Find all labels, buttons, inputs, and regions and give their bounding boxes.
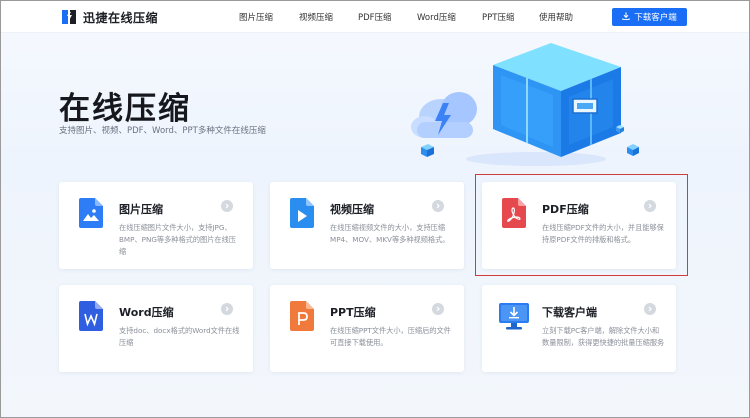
nav-ppt-compress[interactable]: PPT压缩 bbox=[482, 11, 514, 23]
download-client-button[interactable]: 下载客户端 bbox=[612, 8, 687, 26]
chevron-right-icon bbox=[432, 303, 444, 315]
card-description: 在线压缩图片文件大小，支持JPG、BMP、PNG等多种格式的图片在线压缩 bbox=[119, 223, 236, 256]
top-nav-bar: 迅捷在线压缩 图片压缩 视频压缩 PDF压缩 Word压缩 PPT压缩 使用帮助… bbox=[1, 1, 749, 33]
card-description: 支持doc、docx格式的Word文件在线压缩 bbox=[119, 326, 240, 347]
download-button-label: 下载客户端 bbox=[634, 13, 677, 23]
compress-cube-icon bbox=[493, 43, 621, 157]
hero-illustration bbox=[401, 37, 651, 167]
nav-word-compress[interactable]: Word压缩 bbox=[417, 11, 456, 23]
card-word-compress[interactable]: Word压缩 支持doc、docx格式的Word文件在线压缩 bbox=[59, 285, 253, 372]
ppt-file-icon bbox=[290, 301, 314, 331]
nav-pdf-compress[interactable]: PDF压缩 bbox=[358, 11, 392, 23]
cloud-lightning-icon bbox=[411, 92, 477, 138]
page: 迅捷在线压缩 图片压缩 视频压缩 PDF压缩 Word压缩 PPT压缩 使用帮助… bbox=[0, 0, 750, 418]
nav-video-compress[interactable]: 视频压缩 bbox=[299, 11, 333, 23]
card-title: 视频压缩 bbox=[330, 203, 374, 216]
word-file-icon bbox=[79, 301, 103, 331]
card-ppt-compress[interactable]: PPT压缩 在线压缩PPT文件大小，压缩后的文件可直接下载使用。 bbox=[270, 285, 464, 372]
nav-image-compress[interactable]: 图片压缩 bbox=[239, 11, 273, 23]
chevron-right-icon bbox=[432, 200, 444, 212]
download-icon bbox=[622, 11, 630, 23]
nav-help[interactable]: 使用帮助 bbox=[539, 11, 573, 23]
card-description: 立刻下载PC客户端，解除文件大小和数量限制，获得更快捷的批量压缩服务 bbox=[542, 326, 665, 347]
chevron-right-icon bbox=[221, 303, 233, 315]
card-description: 在线压缩视频文件的大小，支持压缩MP4、MOV、MKV等多种视频格式。 bbox=[330, 223, 450, 244]
highlight-box bbox=[475, 174, 688, 276]
video-file-icon bbox=[290, 198, 314, 228]
card-title: 图片压缩 bbox=[119, 203, 163, 216]
chevron-right-icon bbox=[221, 200, 233, 212]
card-title: 下载客户端 bbox=[542, 306, 597, 319]
page-subtitle: 支持图片、视频、PDF、Word、PPT多种文件在线压缩 bbox=[59, 126, 266, 136]
card-title: Word压缩 bbox=[119, 306, 174, 319]
card-image-compress[interactable]: 图片压缩 在线压缩图片文件大小，支持JPG、BMP、PNG等多种格式的图片在线压… bbox=[59, 182, 253, 269]
card-description: 在线压缩PPT文件大小，压缩后的文件可直接下载使用。 bbox=[330, 326, 451, 347]
card-download-client[interactable]: 下载客户端 立刻下载PC客户端，解除文件大小和数量限制，获得更快捷的批量压缩服务 bbox=[482, 285, 676, 372]
image-file-icon bbox=[79, 198, 103, 228]
page-title: 在线压缩 bbox=[59, 91, 191, 127]
chevron-right-icon bbox=[644, 303, 656, 315]
card-title: PPT压缩 bbox=[330, 306, 376, 319]
monitor-download-icon bbox=[498, 301, 530, 331]
card-video-compress[interactable]: 视频压缩 在线压缩视频文件的大小，支持压缩MP4、MOV、MKV等多种视频格式。 bbox=[270, 182, 464, 269]
